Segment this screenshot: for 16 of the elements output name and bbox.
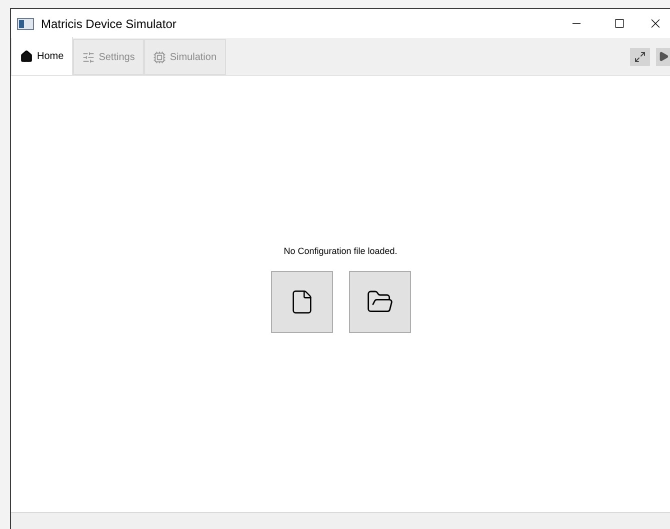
open-folder-button[interactable]	[348, 270, 410, 333]
resize-button[interactable]	[630, 48, 650, 66]
status-message: No Configuration file loaded.	[284, 245, 398, 258]
tab[interactable]: Simulation	[144, 39, 226, 75]
sliders-icon	[82, 50, 95, 64]
window-title: Matricis Device Simulator	[41, 16, 176, 32]
app-icon	[17, 18, 34, 30]
maximize-icon	[614, 18, 624, 29]
tab[interactable]: Home	[12, 37, 73, 75]
new-file-button[interactable]	[270, 270, 332, 333]
expand-arrows-icon	[634, 50, 646, 62]
tab[interactable]: Settings	[72, 39, 144, 75]
play-button[interactable]	[656, 48, 670, 66]
play-icon	[658, 51, 669, 62]
chip-icon	[152, 50, 166, 64]
home-icon	[20, 50, 33, 62]
